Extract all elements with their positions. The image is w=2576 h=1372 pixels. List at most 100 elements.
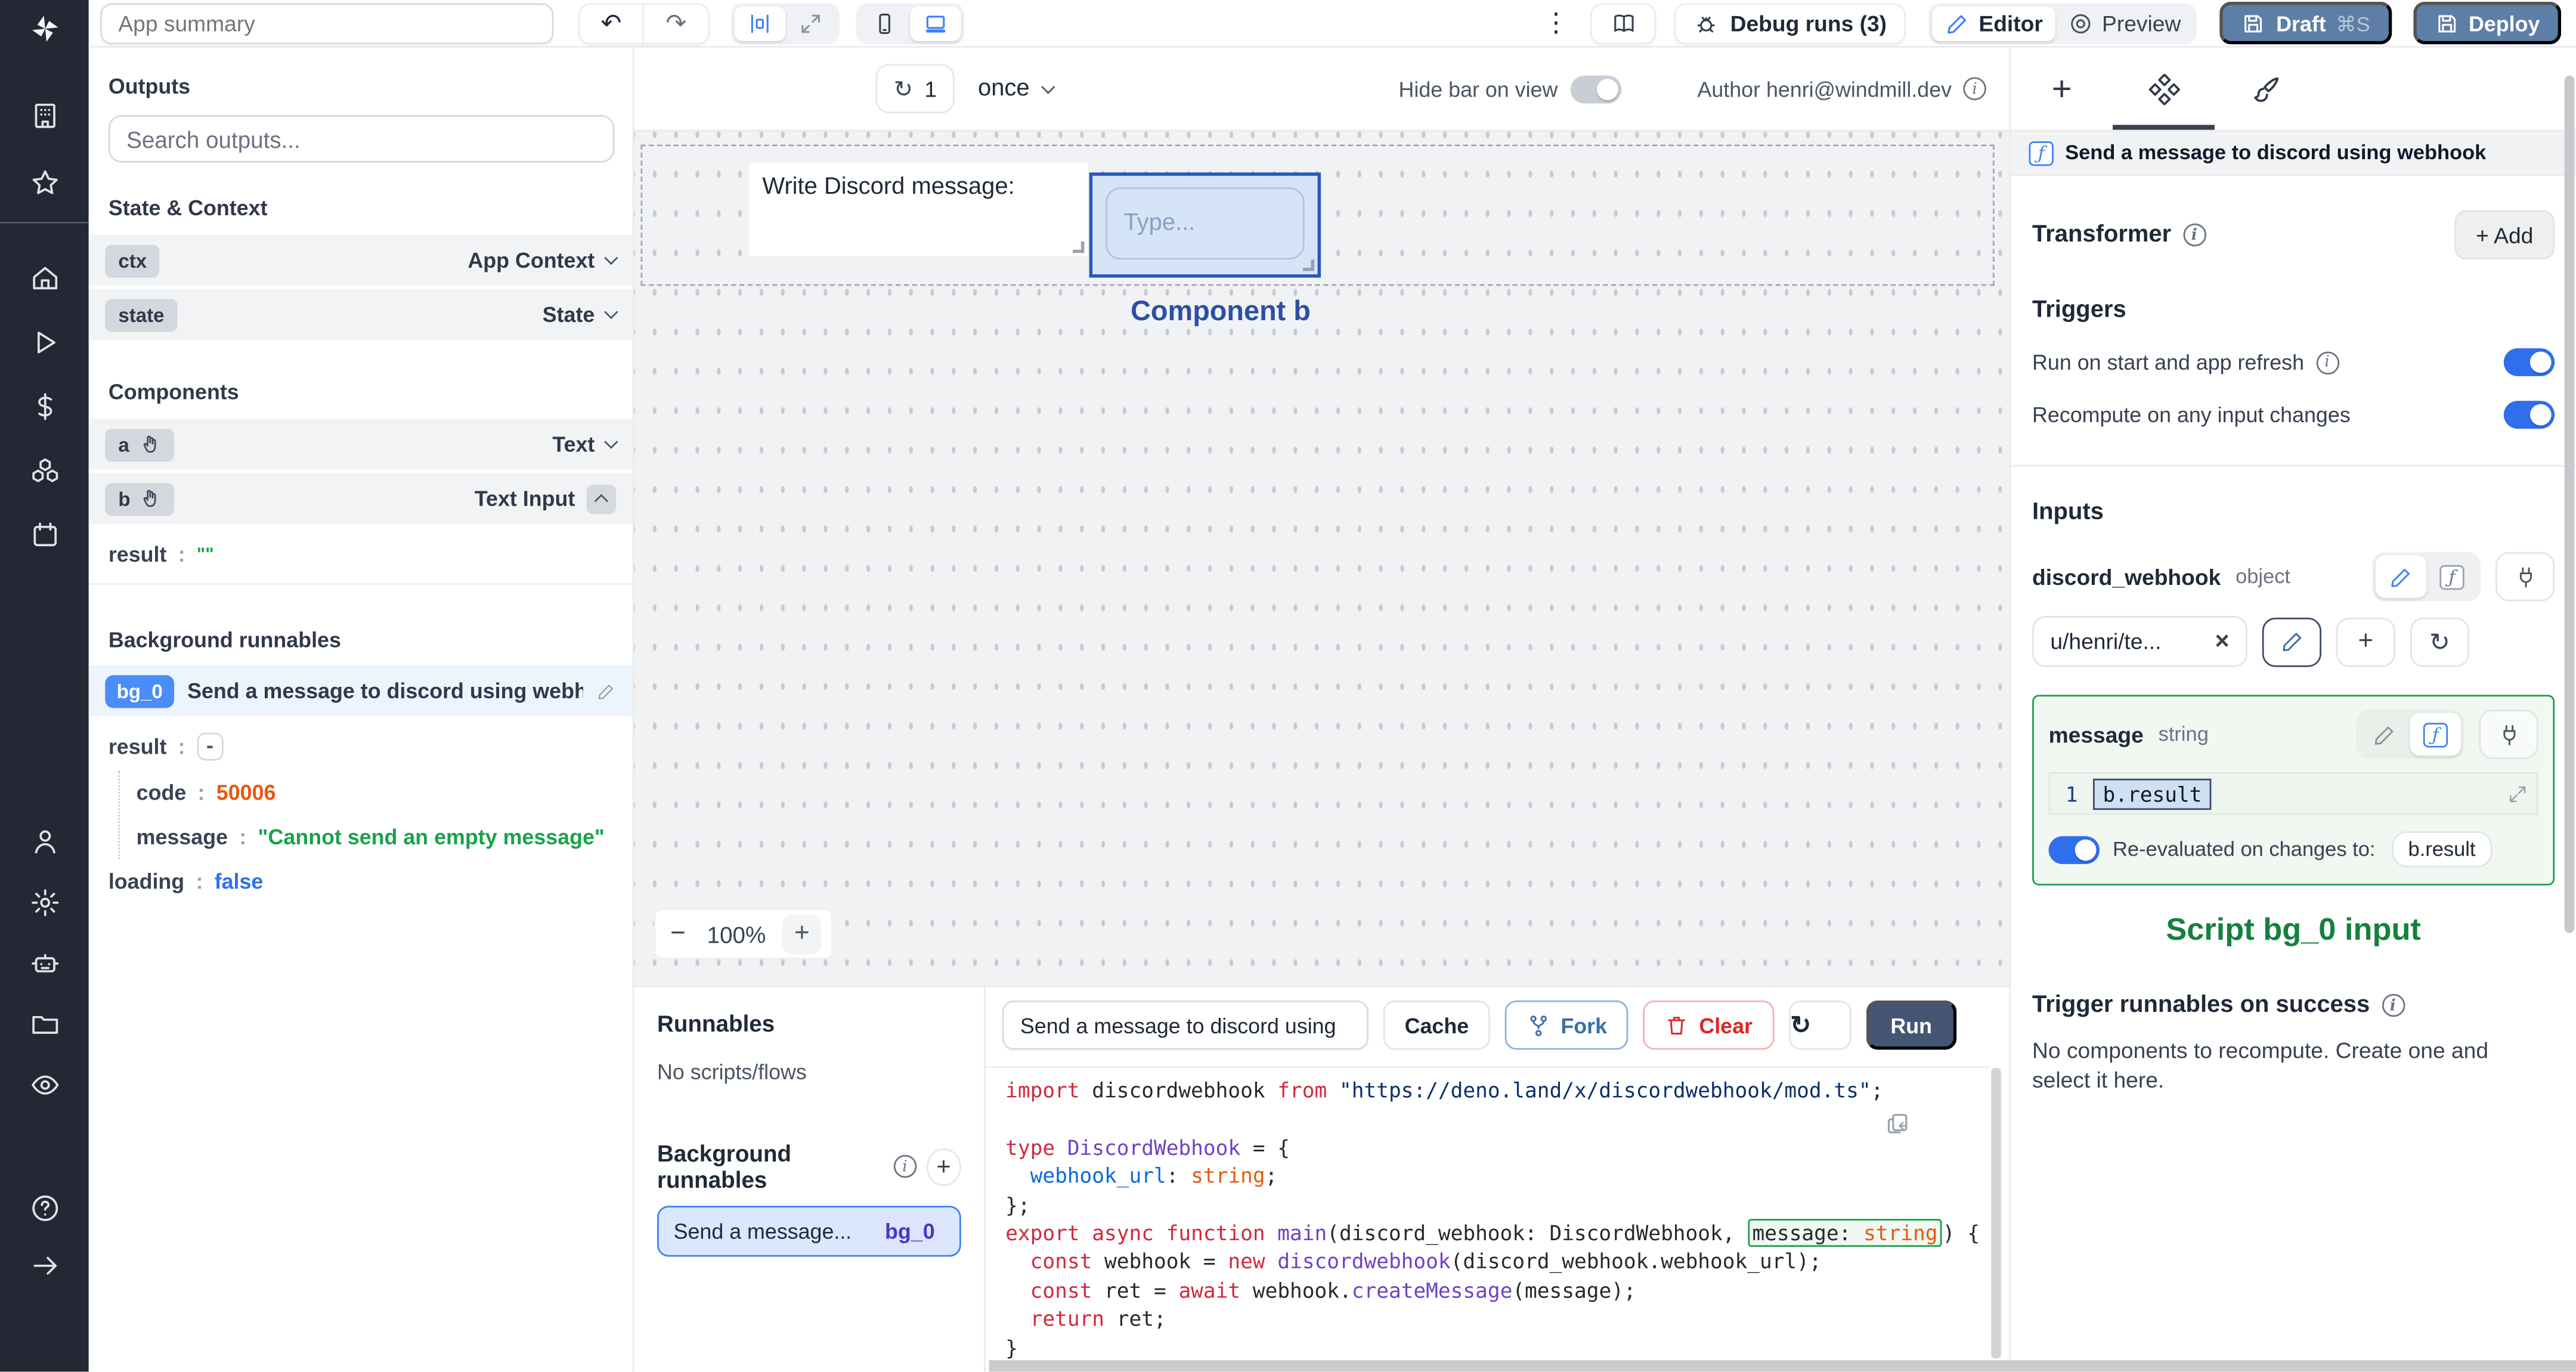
chevron-down-icon[interactable] (604, 250, 618, 265)
fork-icon (1530, 1014, 1547, 1036)
schedule-dropdown[interactable]: once (978, 76, 1055, 102)
bg0-result-row[interactable]: result : - (109, 716, 613, 770)
loading-value: false (214, 869, 264, 894)
info-icon[interactable]: i (1963, 77, 1986, 101)
schedules-calendar-icon[interactable] (29, 519, 60, 550)
resize-handle[interactable] (1073, 241, 1085, 253)
clear-button[interactable]: Clear (1643, 1000, 1774, 1050)
collapse-arrow-icon[interactable] (29, 1250, 60, 1281)
script-name-input[interactable]: Send a message to discord using (1002, 1000, 1368, 1050)
search-outputs-input[interactable] (108, 114, 615, 163)
code-vertical-scrollbar[interactable] (1991, 1067, 2001, 1359)
panel-scrollbar[interactable] (2564, 75, 2575, 933)
eval-mode-button[interactable]: ƒ (2410, 713, 2462, 756)
resource-picker[interactable]: u/henri/te... × (2032, 616, 2247, 667)
reeval-toggle[interactable] (2048, 835, 2100, 863)
code-editor[interactable]: import discordwebhook from "https://deno… (986, 1066, 1990, 1358)
eval-mode-button[interactable]: ƒ (2426, 555, 2477, 598)
fork-button[interactable]: Fork (1504, 1000, 1628, 1050)
debug-runs-button[interactable]: Debug runs (3) (1674, 2, 1907, 44)
settings-gear-icon[interactable] (29, 887, 60, 918)
expand-editor-icon[interactable] (2507, 783, 2528, 804)
b-result-row[interactable]: result : "" (109, 527, 613, 577)
reeval-target-chip[interactable]: b.result (2391, 831, 2493, 868)
recompute-toggle[interactable] (2503, 401, 2555, 429)
edit-resource-button[interactable] (2262, 617, 2321, 667)
redo-button[interactable]: ↷ (643, 2, 710, 44)
app-summary-input[interactable] (100, 2, 554, 44)
edit-pencil-icon[interactable] (596, 681, 616, 701)
user-icon[interactable] (29, 826, 60, 857)
selected-component-b[interactable] (1089, 172, 1321, 278)
chevron-down-icon[interactable] (604, 435, 618, 449)
tab-styling[interactable] (2215, 73, 2317, 104)
horizontal-scrollbar[interactable] (989, 1360, 2576, 1372)
copy-code-icon[interactable] (1884, 1110, 1911, 1136)
tab-editor[interactable]: Editor (1933, 5, 2056, 41)
connect-input-button[interactable] (2495, 552, 2555, 602)
runnable-item-bg0[interactable]: Send a message... bg_0 (657, 1206, 961, 1257)
desktop-view-button[interactable] (910, 5, 961, 41)
bg0-row[interactable]: bg_0 Send a message to discord using web… (88, 665, 633, 717)
resources-cubes-icon[interactable] (29, 455, 60, 486)
mobile-view-button[interactable] (859, 6, 910, 41)
info-icon[interactable]: i (2182, 223, 2206, 247)
runnables-empty: No scripts/flows (657, 1060, 807, 1085)
draft-button[interactable]: Draft ⌘S (2220, 1, 2392, 45)
collapse-result-button[interactable]: - (196, 732, 224, 761)
input-mode-seg: ƒ (2355, 710, 2464, 759)
favorites-star-icon[interactable] (29, 168, 60, 199)
info-icon[interactable]: i (893, 1154, 917, 1178)
deploy-button[interactable]: Deploy (2413, 1, 2562, 45)
run-button[interactable]: Run (1866, 1000, 1957, 1050)
zoom-out-button[interactable]: − (665, 919, 691, 949)
run-on-start-label: Run on start and app refresh (2032, 349, 2305, 375)
component-row-a[interactable]: a Text (88, 419, 633, 473)
info-icon[interactable]: i (2381, 993, 2405, 1017)
add-resource-button[interactable]: + (2336, 617, 2395, 667)
add-background-runnable-button[interactable]: + (926, 1147, 961, 1185)
home-icon[interactable] (29, 263, 60, 294)
clear-resource-icon[interactable]: × (2215, 627, 2230, 655)
reload-button[interactable]: ↻ (1788, 1000, 1852, 1050)
static-mode-button[interactable] (2359, 713, 2410, 756)
component-row-b[interactable]: b Text Input (88, 473, 633, 528)
fullscreen-button[interactable] (785, 6, 836, 41)
add-transformer-button[interactable]: + Add (2454, 210, 2555, 260)
help-icon[interactable] (29, 1193, 60, 1224)
output-row-ctx[interactable]: ctx App Context (88, 234, 633, 289)
text-component-a[interactable]: Write Discord message: (749, 162, 1088, 256)
text-input-component[interactable] (1106, 187, 1305, 260)
app-canvas[interactable]: Write Discord message: Component b − 100… (634, 131, 2010, 986)
run-on-start-toggle[interactable] (2503, 348, 2555, 376)
static-mode-button[interactable] (2375, 555, 2427, 598)
info-icon[interactable]: i (2315, 351, 2339, 374)
undo-button[interactable]: ↶ (578, 2, 644, 44)
refresh-count-box[interactable]: ↻ 1 (875, 64, 955, 114)
tab-preview[interactable]: Preview (2056, 6, 2194, 41)
docs-button[interactable] (1590, 2, 1657, 44)
audit-eye-icon[interactable] (29, 1070, 60, 1101)
component-a-chip: a (118, 432, 129, 456)
tab-insert-component[interactable]: + (2011, 72, 2113, 106)
input-mode-seg: ƒ (2372, 552, 2481, 602)
workspace-icon[interactable] (29, 100, 60, 131)
folders-icon[interactable] (29, 1009, 60, 1040)
connect-input-button[interactable] (2479, 710, 2538, 759)
refresh-resource-button[interactable]: ↻ (2410, 617, 2469, 667)
hide-bar-toggle[interactable] (1571, 75, 1622, 103)
windmill-logo-icon[interactable] (29, 13, 60, 44)
message-expression-editor[interactable]: 1 b.result (2048, 772, 2538, 815)
collapse-toggle[interactable] (586, 484, 617, 513)
zoom-in-button[interactable]: + (782, 914, 822, 954)
resize-handle[interactable] (1302, 259, 1315, 271)
chevron-down-icon[interactable] (604, 305, 618, 320)
kebab-menu[interactable]: ⋮ (1543, 7, 1569, 39)
runs-play-icon[interactable] (29, 327, 60, 358)
center-align-button[interactable] (734, 5, 785, 41)
output-row-state[interactable]: state State (88, 289, 633, 343)
tab-component-settings[interactable] (2113, 73, 2215, 104)
cache-button[interactable]: Cache (1383, 1000, 1490, 1050)
variables-dollar-icon[interactable] (29, 391, 60, 422)
workers-robot-icon[interactable] (29, 948, 60, 979)
